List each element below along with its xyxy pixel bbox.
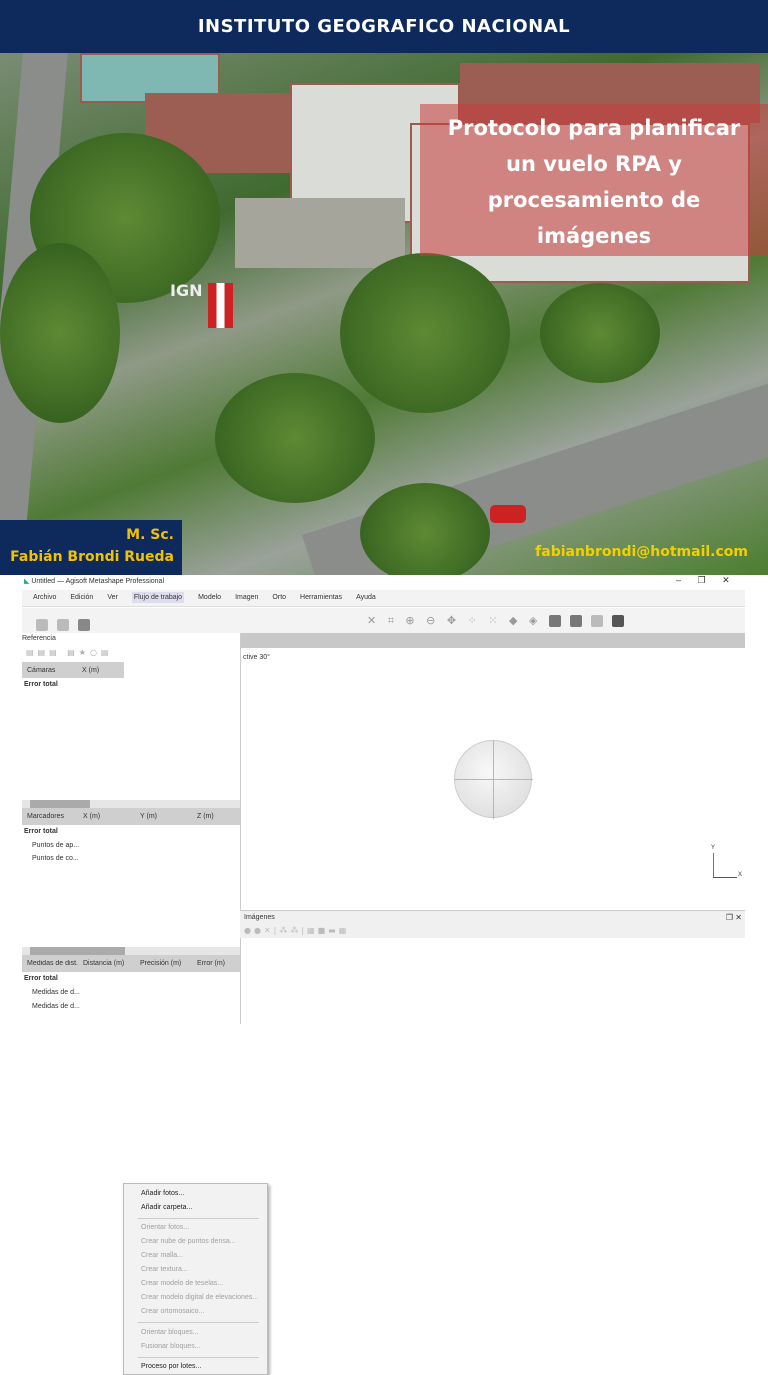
scalebars-scrollbar[interactable] bbox=[22, 947, 240, 955]
close-icon[interactable]: ✕ bbox=[722, 575, 730, 585]
reference-panel-title: Referencia bbox=[22, 635, 56, 642]
panel-float-close-icons[interactable]: ❐ ✕ bbox=[726, 913, 742, 922]
title-line: procesamiento de bbox=[487, 188, 701, 212]
new-icon[interactable] bbox=[36, 618, 48, 631]
col-y[interactable]: Y (m) bbox=[135, 813, 192, 820]
reference-toolbar[interactable]: ▤▤▤ ▤★○▤ bbox=[26, 648, 113, 657]
col-accuracy[interactable]: Precisión (m) bbox=[135, 960, 192, 967]
menu-orto[interactable]: Orto bbox=[272, 594, 286, 601]
col-x[interactable]: X (m) bbox=[77, 667, 99, 674]
app-screenshot: ◣ Untitled — Agisoft Metashape Professio… bbox=[0, 575, 768, 1375]
camera-icon[interactable] bbox=[548, 615, 561, 627]
menu-item-textura: Crear textura... bbox=[141, 1266, 188, 1273]
menu-archivo[interactable]: Archivo bbox=[33, 594, 56, 601]
col-distance[interactable]: Distancia (m) bbox=[78, 960, 135, 967]
menu-bar: Archivo Edición Ver Flujo de trabajo Modelo I… bbox=[22, 590, 745, 607]
workflow-dropdown-menu: Añadir fotos... Añadir carpeta... Orient… bbox=[123, 1183, 268, 1375]
save-icon[interactable] bbox=[78, 618, 90, 631]
window-controls[interactable]: – ❐ ✕ bbox=[676, 575, 730, 586]
menu-item-ortomosaico: Crear ortomosaico... bbox=[141, 1308, 205, 1315]
photos-toolbar[interactable]: ●●✕|⁂⁂|▦■▬▦ bbox=[244, 926, 349, 935]
menu-flujo-de-trabajo[interactable]: Flujo de trabajo bbox=[131, 592, 185, 603]
y-axis-icon bbox=[713, 853, 714, 878]
open-icon[interactable] bbox=[57, 618, 69, 631]
minimize-icon[interactable]: – bbox=[676, 575, 681, 585]
title-line: un vuelo RPA y bbox=[506, 152, 682, 176]
menu-edicion[interactable]: Edición bbox=[70, 594, 93, 601]
menu-item-dem: Crear modelo digital de elevaciones... bbox=[141, 1294, 259, 1301]
col-scalebars[interactable]: Medidas de dist. bbox=[22, 960, 78, 967]
flag bbox=[208, 283, 233, 328]
panel-divider[interactable] bbox=[240, 633, 241, 1024]
markers-table-header: Marcadores X (m) Y (m) Z (m) bbox=[22, 808, 240, 825]
slide-header: INSTITUTO GEOGRAFICO NACIONAL bbox=[0, 0, 768, 53]
menu-imagen[interactable]: Imagen bbox=[235, 594, 258, 601]
title-line: Protocolo para planificar bbox=[447, 116, 741, 140]
image-icon[interactable] bbox=[611, 615, 624, 627]
author-box: M. Sc. Fabián Brondi Rueda bbox=[0, 520, 182, 575]
window-title-text: Untitled — Agisoft Metashape Professiona… bbox=[31, 578, 165, 585]
col-error[interactable]: Error (m) bbox=[192, 960, 225, 967]
title-line: imágenes bbox=[536, 224, 652, 248]
toolbar: ✕ ⌗ ⊕ ⊖ ✥ ⁘ ⁙ ◆ ◈ bbox=[22, 608, 745, 633]
menu-item-proceso-lotes[interactable]: Proceso por lotes... bbox=[141, 1363, 201, 1370]
photos-panel-title: Imágenes bbox=[244, 914, 275, 921]
x-axis-label: X bbox=[738, 872, 743, 878]
heart-icon[interactable] bbox=[569, 615, 582, 627]
x-axis-icon bbox=[713, 877, 737, 878]
table-row[interactable]: Medidas de d... bbox=[32, 1003, 80, 1010]
maximize-icon[interactable]: ❐ bbox=[698, 575, 706, 585]
cameras-error-total: Error total bbox=[24, 681, 58, 688]
table-row: Error total bbox=[24, 975, 58, 982]
ign-lawn-sign: IGN bbox=[170, 281, 203, 300]
col-z[interactable]: Z (m) bbox=[192, 813, 214, 820]
menu-item-anadir-fotos[interactable]: Añadir fotos... bbox=[141, 1190, 184, 1197]
menu-item-orientar-fotos: Orientar fotos... bbox=[141, 1224, 190, 1231]
photos-panel-header: Imágenes ❐ ✕ ●●✕|⁂⁂|▦■▬▦ bbox=[240, 910, 745, 938]
menu-herramientas[interactable]: Herramientas bbox=[300, 594, 342, 601]
menu-item-nube-densa: Crear nube de puntos densa... bbox=[141, 1238, 236, 1245]
flag-icon[interactable] bbox=[590, 615, 603, 627]
menu-item-orientar-bloques: Orientar bloques... bbox=[141, 1329, 199, 1336]
col-markers[interactable]: Marcadores bbox=[22, 813, 78, 820]
author-email: fabianbrondi@hotmail.com bbox=[535, 544, 748, 560]
menu-item-anadir-carpeta[interactable]: Añadir carpeta... bbox=[141, 1204, 192, 1211]
trackball-sphere[interactable] bbox=[454, 740, 533, 819]
menu-modelo[interactable]: Modelo bbox=[198, 594, 221, 601]
col-cameras[interactable]: Cámaras bbox=[22, 667, 77, 674]
menu-item-fusionar-bloques: Fusionar bloques... bbox=[141, 1343, 201, 1350]
slide-title: Protocolo para planificar un vuelo RPA y… bbox=[420, 104, 768, 256]
table-row[interactable]: Puntos de ap... bbox=[32, 842, 79, 849]
viewport-tab-bar bbox=[240, 633, 745, 648]
table-row[interactable]: Puntos de co... bbox=[32, 855, 79, 862]
markers-scrollbar[interactable] bbox=[22, 800, 240, 808]
author-name: Fabián Brondi Rueda bbox=[10, 549, 174, 565]
window-title: ◣ Untitled — Agisoft Metashape Professio… bbox=[24, 578, 165, 585]
scalebars-table-header: Medidas de dist. Distancia (m) Precisión (… bbox=[22, 955, 240, 972]
menu-ver[interactable]: Ver bbox=[107, 594, 118, 601]
cameras-table-header: Cámaras X (m) bbox=[22, 662, 124, 678]
red-car bbox=[490, 505, 526, 523]
menu-item-malla: Crear malla... bbox=[141, 1252, 184, 1259]
author-degree: M. Sc. bbox=[126, 527, 174, 543]
table-row[interactable]: Medidas de d... bbox=[32, 989, 80, 996]
viewport-label: ctive 30° bbox=[243, 654, 270, 661]
table-row: Error total bbox=[24, 828, 58, 835]
col-x[interactable]: X (m) bbox=[78, 813, 135, 820]
menu-item-teselas: Crear modelo de teselas... bbox=[141, 1280, 224, 1287]
menu-ayuda[interactable]: Ayuda bbox=[356, 594, 376, 601]
y-axis-label: Y bbox=[711, 845, 716, 851]
toolbar-tools[interactable]: ✕ ⌗ ⊕ ⊖ ✥ ⁘ ⁙ ◆ ◈ bbox=[367, 614, 633, 628]
